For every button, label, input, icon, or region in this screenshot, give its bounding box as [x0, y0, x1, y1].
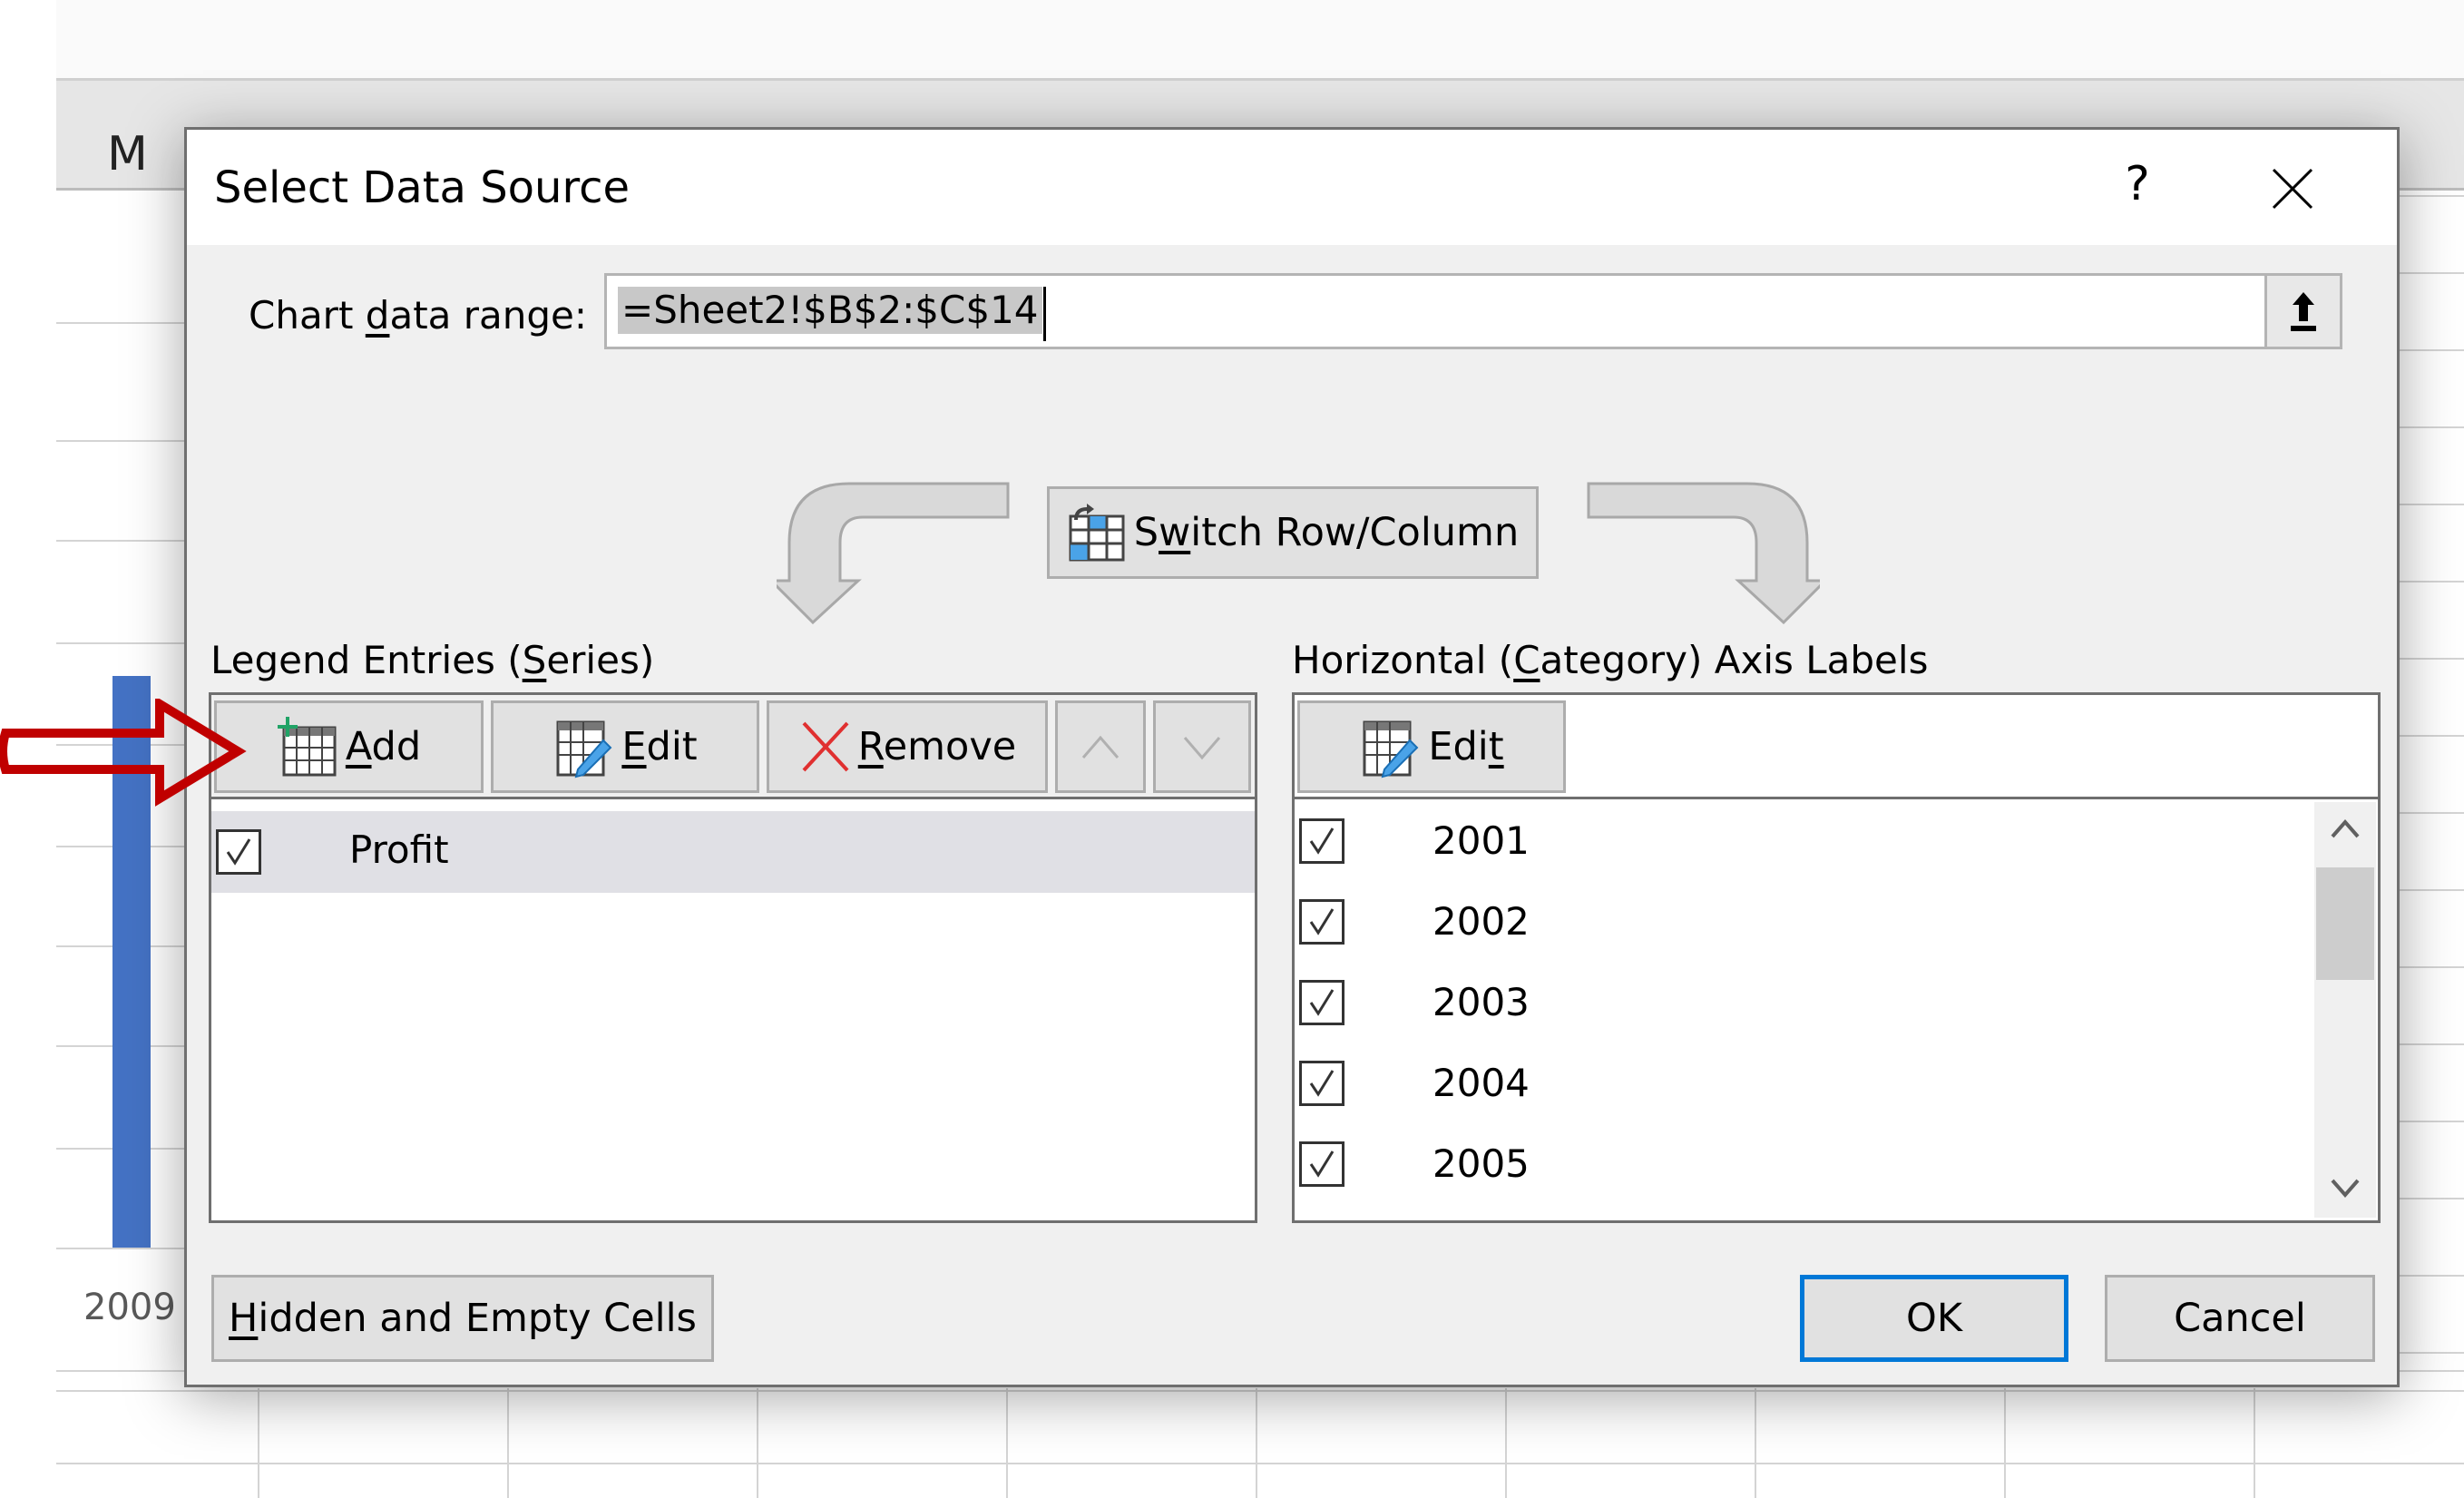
checkmark-icon	[1309, 908, 1335, 935]
scrollbar-thumb[interactable]	[2316, 867, 2374, 980]
category-list-item[interactable]: 2004	[1295, 1044, 2293, 1126]
right-curved-arrow-icon	[1587, 482, 1820, 624]
category-checkbox[interactable]	[1299, 818, 1344, 864]
close-button[interactable]	[2255, 157, 2328, 220]
category-label: 2003	[1432, 980, 1530, 1024]
chart-data-range-label: Chart data range:	[249, 293, 588, 338]
category-label: 2005	[1432, 1141, 1530, 1186]
vertical-scrollbar[interactable]	[2314, 802, 2376, 1218]
chevron-up-icon	[1081, 735, 1120, 759]
checkmark-icon	[1309, 1150, 1335, 1178]
checkmark-icon	[1309, 827, 1335, 855]
scroll-down-icon[interactable]	[2327, 1170, 2363, 1206]
legend-entries-panel: Add Edit Remove Profit	[209, 692, 1257, 1223]
gridline	[56, 540, 192, 542]
edit-axis-labels-icon	[1359, 715, 1423, 778]
title-bar[interactable]: Select Data Source ?	[187, 130, 2397, 245]
edit-series-label: Edit	[621, 724, 698, 769]
category-list-item[interactable]: 2002	[1295, 883, 2293, 964]
switch-row-column-label: Switch Row/Column	[1133, 510, 1520, 555]
edit-axis-labels-label: Edit	[1428, 724, 1504, 769]
add-button[interactable]: Add	[214, 700, 484, 793]
series-name: Profit	[349, 827, 449, 872]
checkmark-icon	[226, 838, 251, 866]
category-label: 2002	[1432, 899, 1530, 944]
gridline	[1256, 1388, 1257, 1498]
gridline	[258, 1388, 259, 1498]
select-data-source-dialog: Select Data Source ? Chart data range: =…	[184, 127, 2400, 1387]
ok-button[interactable]: OK	[1800, 1275, 2068, 1362]
chart-data-range-value: =Sheet2!$B$2:$C$14	[618, 287, 1046, 341]
dialog-title: Select Data Source	[214, 162, 631, 213]
edit-axis-labels-button[interactable]: Edit	[1297, 700, 1566, 793]
category-list-item[interactable]: 2001	[1295, 802, 2293, 884]
add-button-label: Add	[345, 724, 422, 769]
column-header-m[interactable]: M	[107, 127, 148, 181]
ribbon-area	[56, 0, 2464, 78]
move-up-button[interactable]	[1055, 700, 1146, 793]
edit-series-icon	[552, 715, 616, 778]
close-icon	[2272, 168, 2313, 210]
category-list-item[interactable]: 2003	[1295, 964, 2293, 1045]
switch-row-column-button[interactable]: Switch Row/Column	[1047, 486, 1539, 579]
series-checkbox[interactable]	[216, 829, 261, 875]
axis-labels-label: Horizontal (Category) Axis Labels	[1292, 638, 1929, 682]
add-series-icon	[277, 715, 340, 778]
cancel-button[interactable]: Cancel	[2105, 1275, 2375, 1362]
left-curved-arrow-icon	[777, 482, 1010, 624]
chart-axis-label: 2009	[83, 1287, 176, 1328]
chevron-down-icon	[1183, 737, 1221, 760]
collapse-dialog-icon	[2291, 292, 2316, 331]
remove-series-button[interactable]: Remove	[767, 700, 1048, 793]
gridline	[56, 322, 192, 324]
gridline	[56, 642, 192, 644]
category-list-item[interactable]: 2005	[1295, 1125, 2293, 1207]
gridline	[56, 440, 192, 442]
category-checkbox[interactable]	[1299, 1061, 1344, 1106]
category-checkbox[interactable]	[1299, 899, 1344, 945]
collapse-dialog-button[interactable]	[2264, 273, 2342, 349]
hidden-and-empty-cells-button[interactable]: Hidden and Empty Cells	[211, 1275, 714, 1362]
legend-entries-toolbar: Add Edit Remove	[211, 695, 1255, 799]
gridline	[1755, 1388, 1756, 1498]
annotation-arrow-icon	[0, 699, 247, 807]
move-down-button[interactable]	[1153, 700, 1251, 793]
gridline	[507, 1388, 509, 1498]
gridline	[1505, 1388, 1507, 1498]
category-label: 2001	[1432, 818, 1530, 863]
checkmark-icon	[1309, 1070, 1335, 1097]
switch-row-column-icon	[1067, 504, 1127, 562]
text-caret	[1042, 287, 1046, 341]
category-checkbox[interactable]	[1299, 980, 1344, 1025]
gridline	[56, 1390, 2464, 1392]
gridline	[56, 1463, 2464, 1464]
hidden-and-empty-cells-label: Hidden and Empty Cells	[229, 1296, 697, 1341]
scroll-up-icon[interactable]	[2327, 811, 2363, 847]
gridline	[757, 1388, 758, 1498]
gridline	[1006, 1388, 1008, 1498]
remove-series-label: Remove	[857, 724, 1017, 769]
chart-data-range-input[interactable]: =Sheet2!$B$2:$C$14	[604, 273, 2342, 349]
gridline	[2004, 1388, 2006, 1498]
category-label: 2004	[1432, 1061, 1530, 1105]
category-checkbox[interactable]	[1299, 1141, 1344, 1187]
checkmark-icon	[1309, 989, 1335, 1016]
remove-icon	[798, 718, 853, 776]
series-list-item[interactable]: Profit	[211, 811, 1255, 893]
edit-series-button[interactable]: Edit	[491, 700, 759, 793]
gridline	[2254, 1388, 2255, 1498]
gridline	[56, 1248, 192, 1249]
axis-labels-toolbar: Edit	[1295, 695, 2378, 799]
axis-labels-panel: Edit 2001 2002 2003 2004 2005	[1292, 692, 2381, 1223]
help-button[interactable]: ?	[2110, 157, 2165, 220]
legend-entries-label: Legend Entries (Series)	[210, 638, 655, 682]
